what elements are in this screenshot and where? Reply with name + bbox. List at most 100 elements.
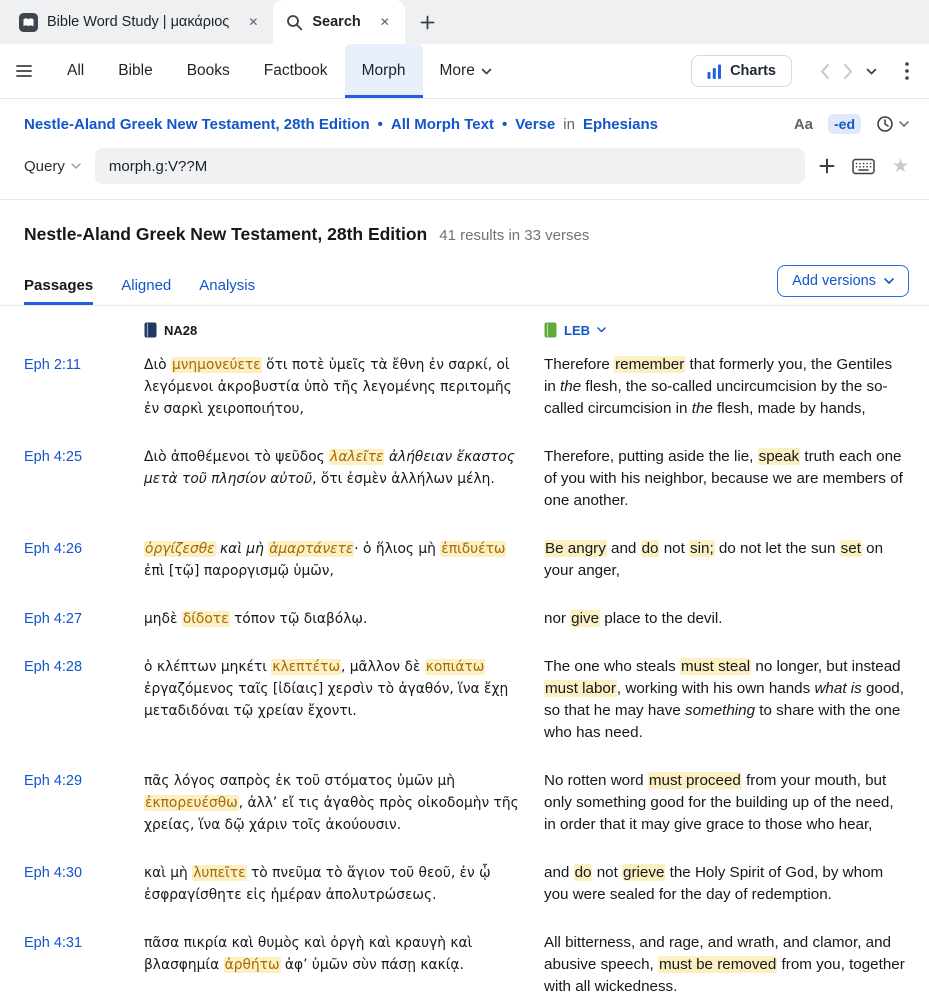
match-case-toggle[interactable]: Aa	[794, 116, 813, 133]
keyboard-icon[interactable]	[852, 158, 875, 175]
results-column-headers: NA28 LEB	[0, 322, 929, 338]
text-segment: nor	[544, 610, 571, 627]
column-header-leb[interactable]: LEB	[544, 322, 908, 338]
greek-verse-text: Διὸ ἀποθέμενοι τὸ ψεῦδος λαλεῖτε ἀλήθεια…	[144, 446, 528, 512]
tab-passages[interactable]: Passages	[24, 277, 93, 305]
tab-search[interactable]: Search ✕	[273, 0, 405, 44]
tab-bible-word-study[interactable]: Bible Word Study | μακάριος ✕	[6, 0, 273, 44]
text-segment: not	[659, 540, 690, 557]
text-segment: the	[560, 378, 582, 395]
text-segment: , μᾶλλον δὲ	[341, 659, 425, 675]
verse-reference[interactable]: Eph 4:31	[24, 932, 128, 995]
column-header-na28[interactable]: NA28	[144, 322, 528, 338]
back-icon[interactable]	[820, 63, 830, 80]
query-tools: ★	[819, 157, 909, 176]
result-row: Eph 4:31 πᾶσα πικρία καὶ θυμὸς καὶ ὀργὴ …	[0, 932, 929, 995]
verse-reference[interactable]: Eph 4:30	[24, 862, 128, 906]
verse-reference[interactable]: Eph 4:26	[24, 538, 128, 582]
search-kind-tabs: All Bible Books Factbook Morph More	[50, 44, 509, 98]
search-hit: remember	[614, 356, 686, 373]
search-hit: λυπεῖτε	[192, 865, 247, 881]
tab-all[interactable]: All	[50, 44, 101, 98]
search-query-input[interactable]	[94, 148, 805, 184]
text-segment: flesh, made by hands,	[712, 400, 866, 417]
verse-reference[interactable]: Eph 4:29	[24, 770, 128, 836]
match-forms-toggle[interactable]: -ed	[828, 114, 861, 134]
text-segment: what is	[814, 680, 862, 697]
tab-aligned[interactable]: Aligned	[121, 277, 171, 305]
text-segment: and	[606, 540, 641, 557]
greek-verse-text: καὶ μὴ λυπεῖτε τὸ πνεῦμα τὸ ἅγιον τοῦ θε…	[144, 862, 528, 906]
text-segment: the	[691, 400, 713, 417]
search-toolbar: All Bible Books Factbook Morph More Char…	[0, 44, 929, 99]
resource-book-icon	[544, 322, 557, 338]
result-row: Eph 4:29 πᾶς λόγος σαπρὸς ἐκ τοῦ στόματο…	[0, 770, 929, 836]
verse-reference[interactable]: Eph 4:28	[24, 656, 128, 744]
text-segment: πᾶς λόγος σαπρὸς ἐκ τοῦ στόματος ὑμῶν μὴ	[144, 773, 456, 789]
window-tab-bar: Bible Word Study | μακάριος ✕ Search ✕	[0, 0, 929, 44]
tab-morph[interactable]: Morph	[344, 44, 423, 98]
results-rows: Eph 2:11 Διὸ μνημονεύετε ὅτι ποτὲ ὑμεῖς …	[0, 354, 929, 995]
scope-tools: Aa -ed	[794, 114, 909, 134]
search-scope-row: Nestle-Aland Greek New Testament, 28th E…	[0, 99, 929, 141]
verse-reference[interactable]: Eph 4:25	[24, 446, 128, 512]
add-versions-label: Add versions	[792, 273, 876, 289]
morph-text-scope-link[interactable]: All Morph Text	[391, 116, 494, 133]
search-hit: ἐκπορευέσθω	[144, 795, 239, 811]
text-segment: καὶ μὴ	[144, 865, 193, 881]
tab-bible[interactable]: Bible	[101, 44, 169, 98]
tab-more[interactable]: More	[423, 44, 509, 98]
result-row: Eph 2:11 Διὸ μνημονεύετε ὅτι ποτὲ ὑμεῖς …	[0, 354, 929, 420]
result-row: Eph 4:27 μηδὲ δίδοτε τόπον τῷ διαβόλῳ. n…	[0, 608, 929, 630]
search-hit: sin;	[689, 540, 715, 557]
tab-factbook[interactable]: Factbook	[247, 44, 345, 98]
chevron-down-icon	[884, 278, 894, 284]
forward-icon[interactable]	[843, 63, 853, 80]
text-segment: ἀφ’ ὑμῶν σὺν πάσῃ κακίᾳ.	[280, 957, 464, 973]
tab-label: Bible Word Study | μακάριος	[47, 14, 230, 30]
clock-icon	[877, 116, 893, 132]
charts-button[interactable]: Charts	[691, 55, 792, 87]
close-tab-icon[interactable]: ✕	[378, 13, 392, 31]
panel-menu-icon[interactable]	[905, 62, 909, 80]
query-type-dropdown[interactable]: Query	[24, 158, 81, 175]
favorite-star-icon[interactable]: ★	[892, 157, 909, 176]
chevron-down-icon	[597, 327, 606, 333]
english-verse-text: nor give place to the devil.	[544, 608, 908, 630]
result-row: Eph 4:28 ὁ κλέπτων μηκέτι κλεπτέτω, μᾶλλ…	[0, 656, 929, 744]
greek-verse-text: ὀργίζεσθε καὶ μὴ ἁμαρτάνετε· ὁ ἥλιος μὴ …	[144, 538, 528, 582]
range-scope-link[interactable]: Ephesians	[583, 116, 658, 133]
results-header: Nestle-Aland Greek New Testament, 28th E…	[0, 200, 929, 245]
add-query-icon[interactable]	[819, 158, 835, 174]
new-tab-button[interactable]	[405, 0, 450, 44]
search-hit: κλεπτέτω	[271, 659, 341, 675]
verse-reference[interactable]: Eph 2:11	[24, 354, 128, 420]
search-hit: grieve	[622, 864, 666, 881]
menu-icon[interactable]	[14, 44, 34, 98]
add-versions-button[interactable]: Add versions	[777, 265, 909, 297]
search-hit: κοπιάτω	[424, 659, 486, 675]
search-hit: do	[640, 540, 660, 557]
search-hit: ἐπιδυέτω	[440, 541, 507, 557]
history-navigation	[820, 63, 877, 80]
resource-book-icon	[144, 322, 157, 338]
english-verse-text: No rotten word must proceed from your mo…	[544, 770, 908, 836]
text-segment: do not let the sun	[714, 540, 840, 557]
tab-books[interactable]: Books	[170, 44, 247, 98]
verse-reference[interactable]: Eph 4:27	[24, 608, 128, 630]
english-verse-text: Be angry and do not sin; do not let the …	[544, 538, 908, 582]
greek-verse-text: πᾶσα πικρία καὶ θυμὸς καὶ ὀργὴ καὶ κραυγ…	[144, 932, 528, 995]
greek-verse-text: πᾶς λόγος σαπρὸς ἐκ τοῦ στόματος ὑμῶν μὴ…	[144, 770, 528, 836]
text-segment: Therefore, putting aside the lie,	[544, 448, 758, 465]
history-dropdown-icon[interactable]	[866, 68, 877, 75]
search-hit: must be removed	[657, 956, 778, 973]
results-panel: Nestle-Aland Greek New Testament, 28th E…	[0, 200, 929, 995]
result-row: Eph 4:26 ὀργίζεσθε καὶ μὴ ἁμαρτάνετε· ὁ …	[0, 538, 929, 582]
result-row: Eph 4:25 Διὸ ἀποθέμενοι τὸ ψεῦδος λαλεῖτ…	[0, 446, 929, 512]
search-history-button[interactable]	[876, 115, 909, 133]
text-segment: μηδὲ	[144, 611, 182, 627]
result-unit-link[interactable]: Verse	[515, 116, 555, 133]
close-tab-icon[interactable]: ✕	[246, 13, 260, 31]
resource-scope-link[interactable]: Nestle-Aland Greek New Testament, 28th E…	[24, 116, 370, 133]
tab-analysis[interactable]: Analysis	[199, 277, 255, 305]
